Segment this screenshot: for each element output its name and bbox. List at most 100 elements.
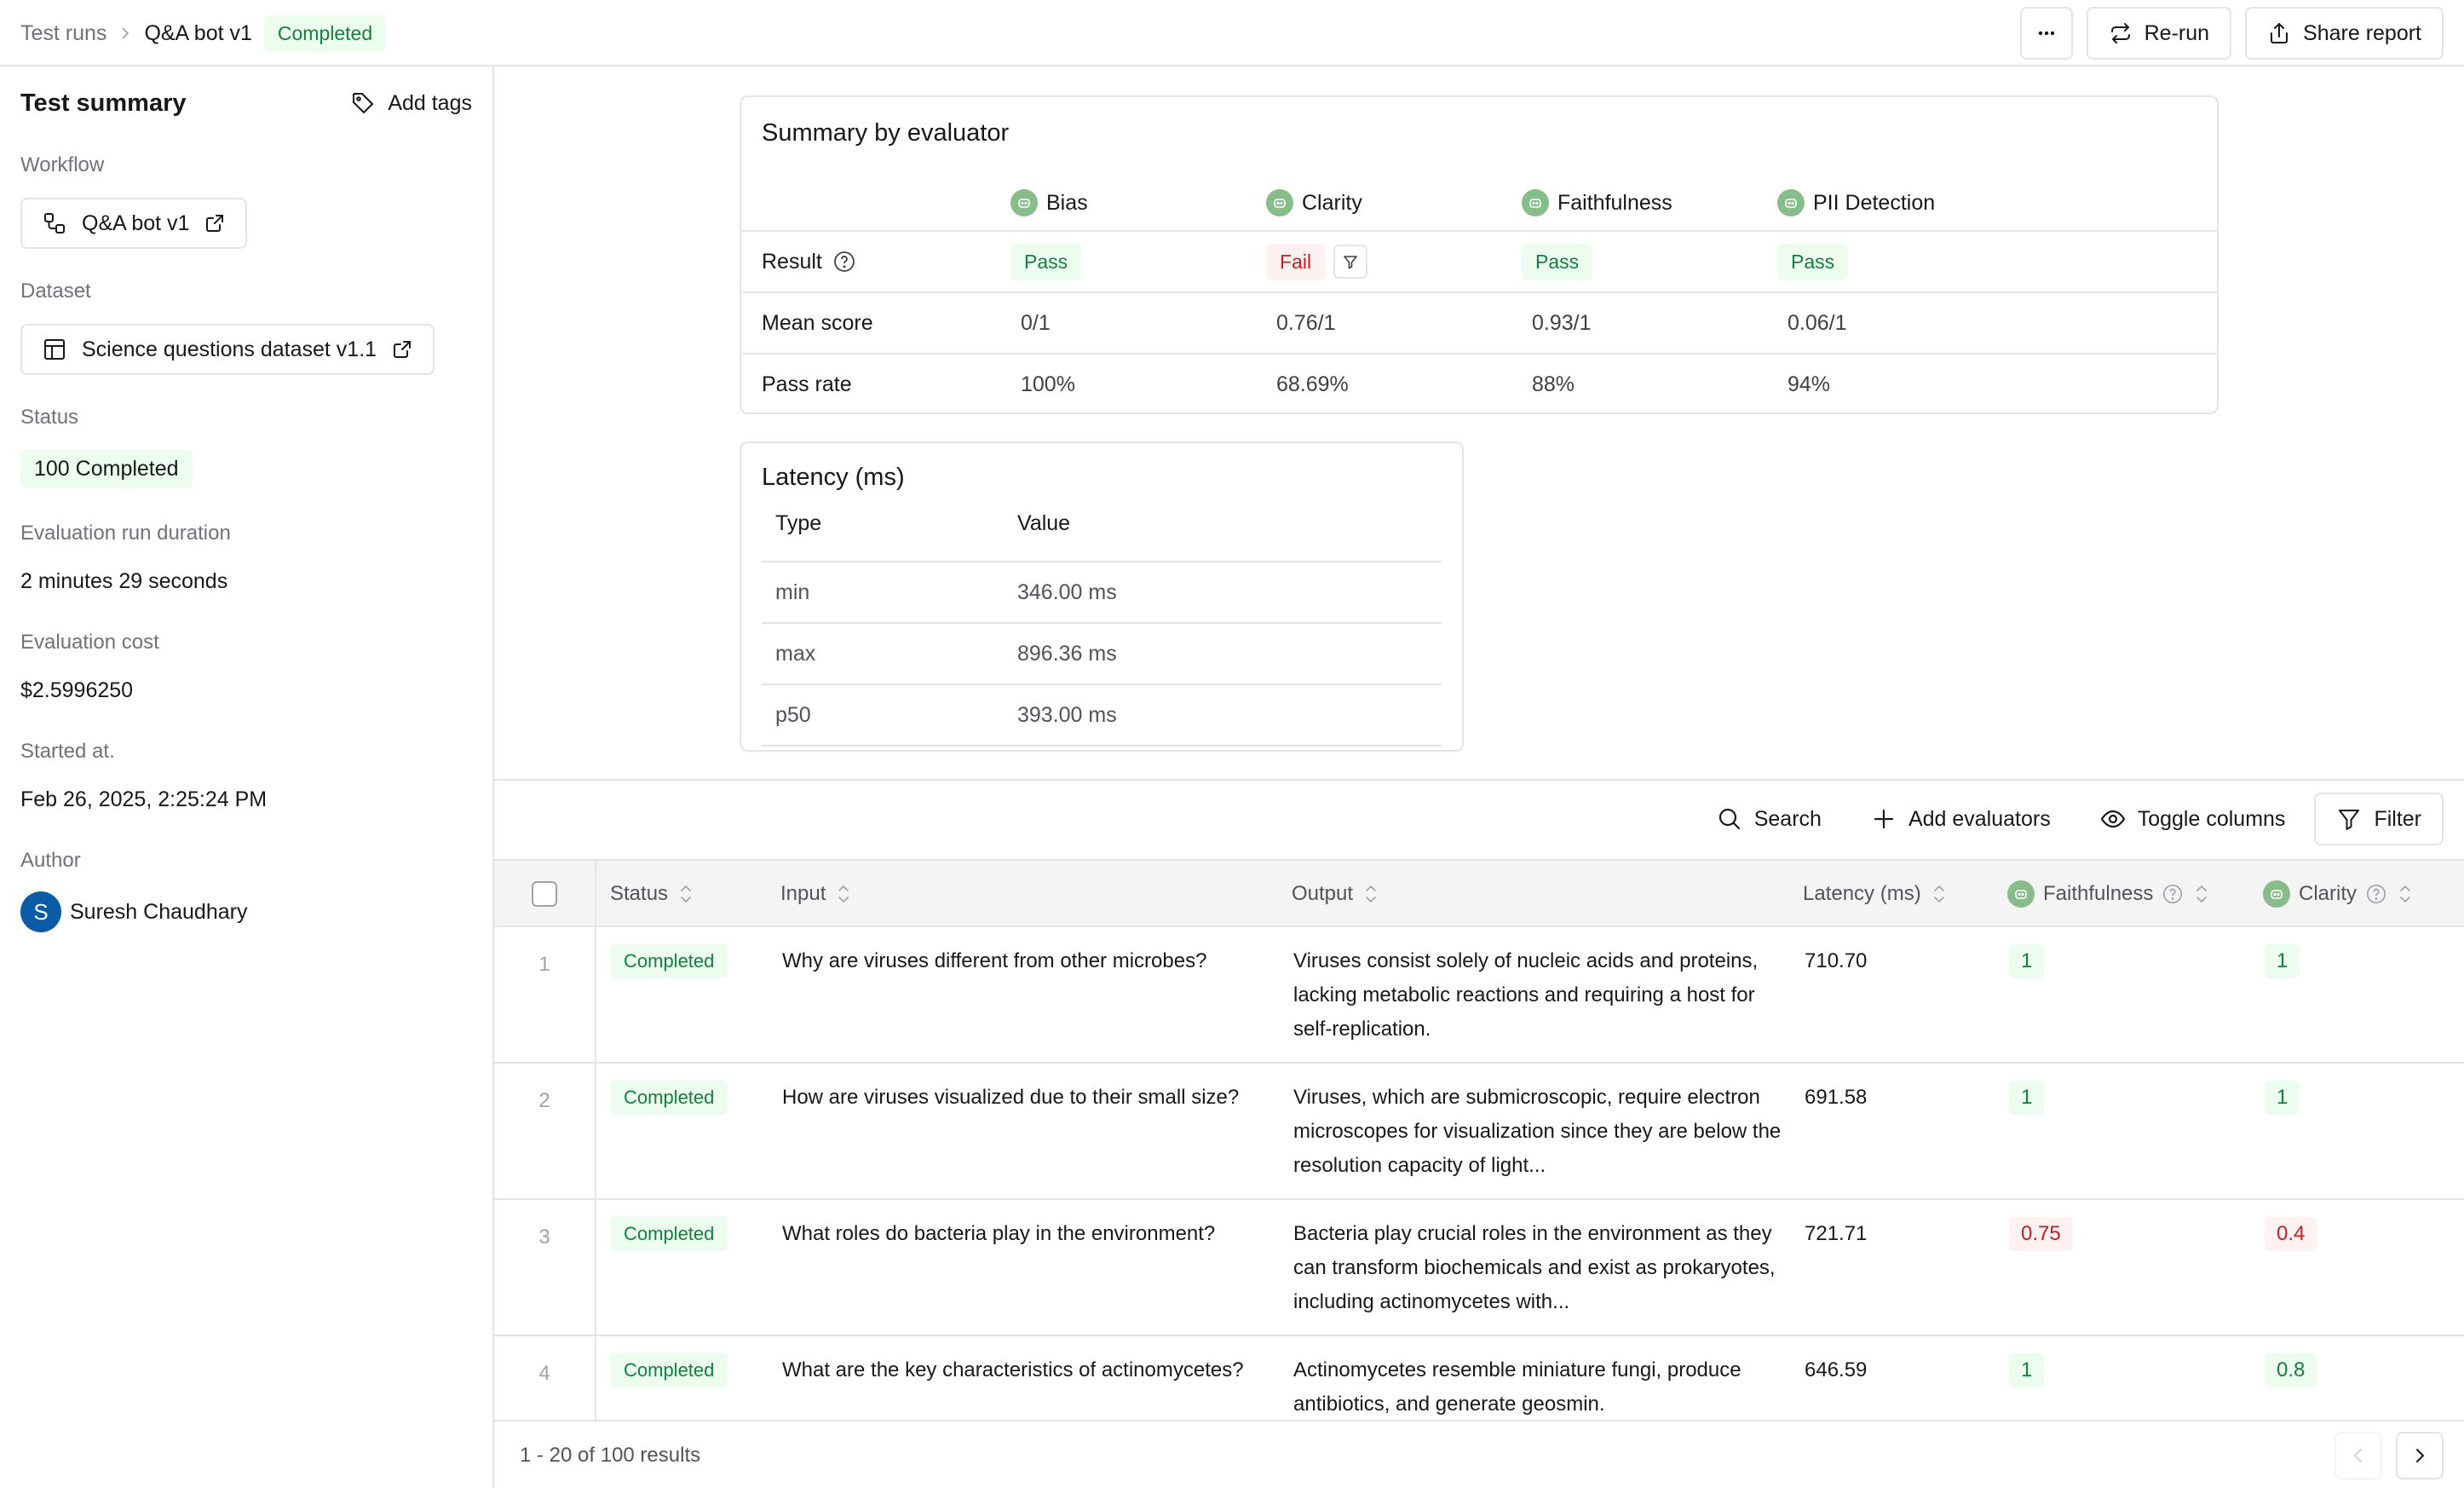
latency-title: Latency (ms) xyxy=(762,464,905,491)
row-faithfulness-score: 1 xyxy=(2009,1353,2045,1387)
rerun-button[interactable]: Re-run xyxy=(2086,7,2232,60)
row-clarity-score: 0.4 xyxy=(2265,1217,2317,1251)
bot-icon xyxy=(2007,880,2035,908)
workflow-label: Workflow xyxy=(20,153,105,176)
row-number: 2 xyxy=(538,1089,550,1112)
column-divider xyxy=(595,861,596,926)
status-badge: 100 Completed xyxy=(20,450,193,488)
breadcrumb: Test runs Q&A bot v1 Completed xyxy=(20,0,387,66)
chevron-left-icon xyxy=(2353,1449,2362,1462)
bot-icon xyxy=(2263,880,2290,908)
row-number: 3 xyxy=(538,1226,550,1249)
sort-icon xyxy=(838,885,849,903)
toggle-columns-button[interactable]: Toggle columns xyxy=(2080,793,2306,845)
row-number: 1 xyxy=(538,953,550,976)
share-report-button[interactable]: Share report xyxy=(2245,7,2444,60)
select-all-checkbox[interactable] xyxy=(532,881,557,907)
share-upload-icon xyxy=(2271,23,2288,43)
result-badge-faithfulness: Pass xyxy=(1522,243,1593,280)
author: S Suresh Chaudhary xyxy=(20,891,247,932)
bot-icon xyxy=(1522,189,1549,216)
filter-failed-clarity-button[interactable] xyxy=(1333,245,1368,279)
bot-icon xyxy=(1010,189,1038,216)
search-button[interactable]: Search xyxy=(1696,793,1842,845)
help-circle-icon[interactable] xyxy=(832,250,856,274)
row-clarity-score: 1 xyxy=(2265,944,2300,978)
add-tags-button[interactable]: Add tags xyxy=(350,90,472,116)
sort-icon xyxy=(1366,885,1376,903)
summary-evaluator-header-row: Bias Clarity Faithfulness PII Detection xyxy=(741,172,2217,234)
more-horizontal-icon xyxy=(2038,31,2054,36)
latency-row-min: min 346.00 ms xyxy=(762,562,1442,624)
sidebar-title: Test summary xyxy=(20,89,187,117)
eye-icon xyxy=(2100,810,2125,828)
row-number: 4 xyxy=(538,1362,550,1385)
cost-value: $2.5996250 xyxy=(20,678,134,702)
row-input: How are viruses visualized due to their … xyxy=(782,1086,1240,1109)
help-circle-icon[interactable] xyxy=(2365,883,2387,905)
row-status-badge: Completed xyxy=(610,1216,728,1251)
summary-title: Summary by evaluator xyxy=(762,119,1010,147)
table-body: 1 Completed Why are viruses different from… xyxy=(494,927,2464,1473)
help-circle-icon[interactable] xyxy=(2162,883,2184,905)
add-evaluators-button[interactable]: Add evaluators xyxy=(1851,793,2071,845)
pass-rate-bias: 100% xyxy=(1021,372,1075,396)
repeat-icon xyxy=(2110,23,2130,43)
summary-by-evaluator-card: Summary by evaluator Bias Clarity Faithf… xyxy=(740,95,2219,414)
latency-col-value: Value xyxy=(1017,511,1071,535)
column-header-latency[interactable]: Latency (ms) xyxy=(1803,861,1949,927)
summary-result-row: Result Pass Fail Pass Pass xyxy=(741,230,2217,291)
row-clarity-score: 1 xyxy=(2265,1081,2300,1115)
result-label: Result xyxy=(762,250,856,274)
table-row[interactable]: 2 Completed How are viruses visualized due… xyxy=(494,1064,2464,1200)
bot-icon xyxy=(1266,189,1293,216)
author-label: Author xyxy=(20,849,81,872)
table-header-row: Status Input Output Latency (ms) Faithfu… xyxy=(494,859,2464,927)
column-header-output[interactable]: Output xyxy=(1292,861,1380,927)
latency-row-p50: p50 393.00 ms xyxy=(762,685,1442,747)
duration-value: 2 minutes 29 seconds xyxy=(20,569,228,593)
filter-button[interactable]: Filter xyxy=(2314,793,2444,845)
latency-col-type: Type xyxy=(775,511,822,535)
column-header-clarity[interactable]: Clarity xyxy=(2263,861,2415,927)
row-output: Viruses, which are submicroscopic, requi… xyxy=(1293,1086,1782,1177)
more-actions-button[interactable] xyxy=(2019,7,2073,60)
pass-rate-faithfulness: 88% xyxy=(1532,372,1575,396)
breadcrumb-test-runs[interactable]: Test runs xyxy=(20,21,107,46)
previous-page-button[interactable] xyxy=(2334,1432,2382,1479)
row-output: Bacteria play crucial roles in the envir… xyxy=(1293,1222,1776,1313)
row-input: What are the key characteristics of acti… xyxy=(782,1358,1244,1381)
row-latency: 691.58 xyxy=(1805,1086,1868,1109)
mean-score-label: Mean score xyxy=(762,310,873,335)
evaluator-faithfulness: Faithfulness xyxy=(1522,189,1672,216)
top-bar: Test runs Q&A bot v1 Completed Re-run Sh… xyxy=(0,0,2464,66)
external-link-icon xyxy=(394,341,412,358)
row-latency: 646.59 xyxy=(1805,1358,1868,1381)
latency-table: Type Value min 346.00 ms max 896.36 ms p… xyxy=(762,511,1442,747)
results-section: Search Add evaluators Toggle columns Fil… xyxy=(494,779,2464,1488)
plus-icon xyxy=(1874,809,1894,829)
add-tags-label: Add tags xyxy=(388,90,472,115)
row-faithfulness-score: 1 xyxy=(2009,944,2045,978)
started-label: Started at. xyxy=(20,740,115,763)
dataset-label: Dataset xyxy=(20,280,91,303)
table-row[interactable]: 3 Completed What roles do bacteria play in… xyxy=(494,1200,2464,1336)
row-latency: 721.71 xyxy=(1805,1222,1868,1245)
dataset-name: Science questions dataset v1.1 xyxy=(82,337,377,361)
duration-label: Evaluation run duration xyxy=(20,522,231,545)
column-header-input[interactable]: Input xyxy=(780,861,853,927)
row-input: Why are viruses different from other mic… xyxy=(782,949,1207,972)
dataset-link[interactable]: Science questions dataset v1.1 xyxy=(20,324,435,375)
column-header-status[interactable]: Status xyxy=(610,861,695,927)
mean-score-faithfulness: 0.93/1 xyxy=(1532,310,1592,335)
workflow-link[interactable]: Q&A bot v1 xyxy=(20,198,248,249)
table-toolbar: Search Add evaluators Toggle columns Fil… xyxy=(1696,793,2444,845)
latency-card: Latency (ms) Type Value min 346.00 ms ma… xyxy=(740,441,1464,752)
row-latency: 710.70 xyxy=(1805,949,1868,972)
table-row[interactable]: 1 Completed Why are viruses different from… xyxy=(494,927,2464,1064)
column-header-faithfulness[interactable]: Faithfulness xyxy=(2007,861,2211,927)
filter-icon xyxy=(1344,256,1357,269)
next-page-button[interactable] xyxy=(2396,1432,2444,1479)
rerun-label: Re-run xyxy=(2144,20,2210,45)
pass-rate-pii-detection: 94% xyxy=(1788,372,1831,396)
